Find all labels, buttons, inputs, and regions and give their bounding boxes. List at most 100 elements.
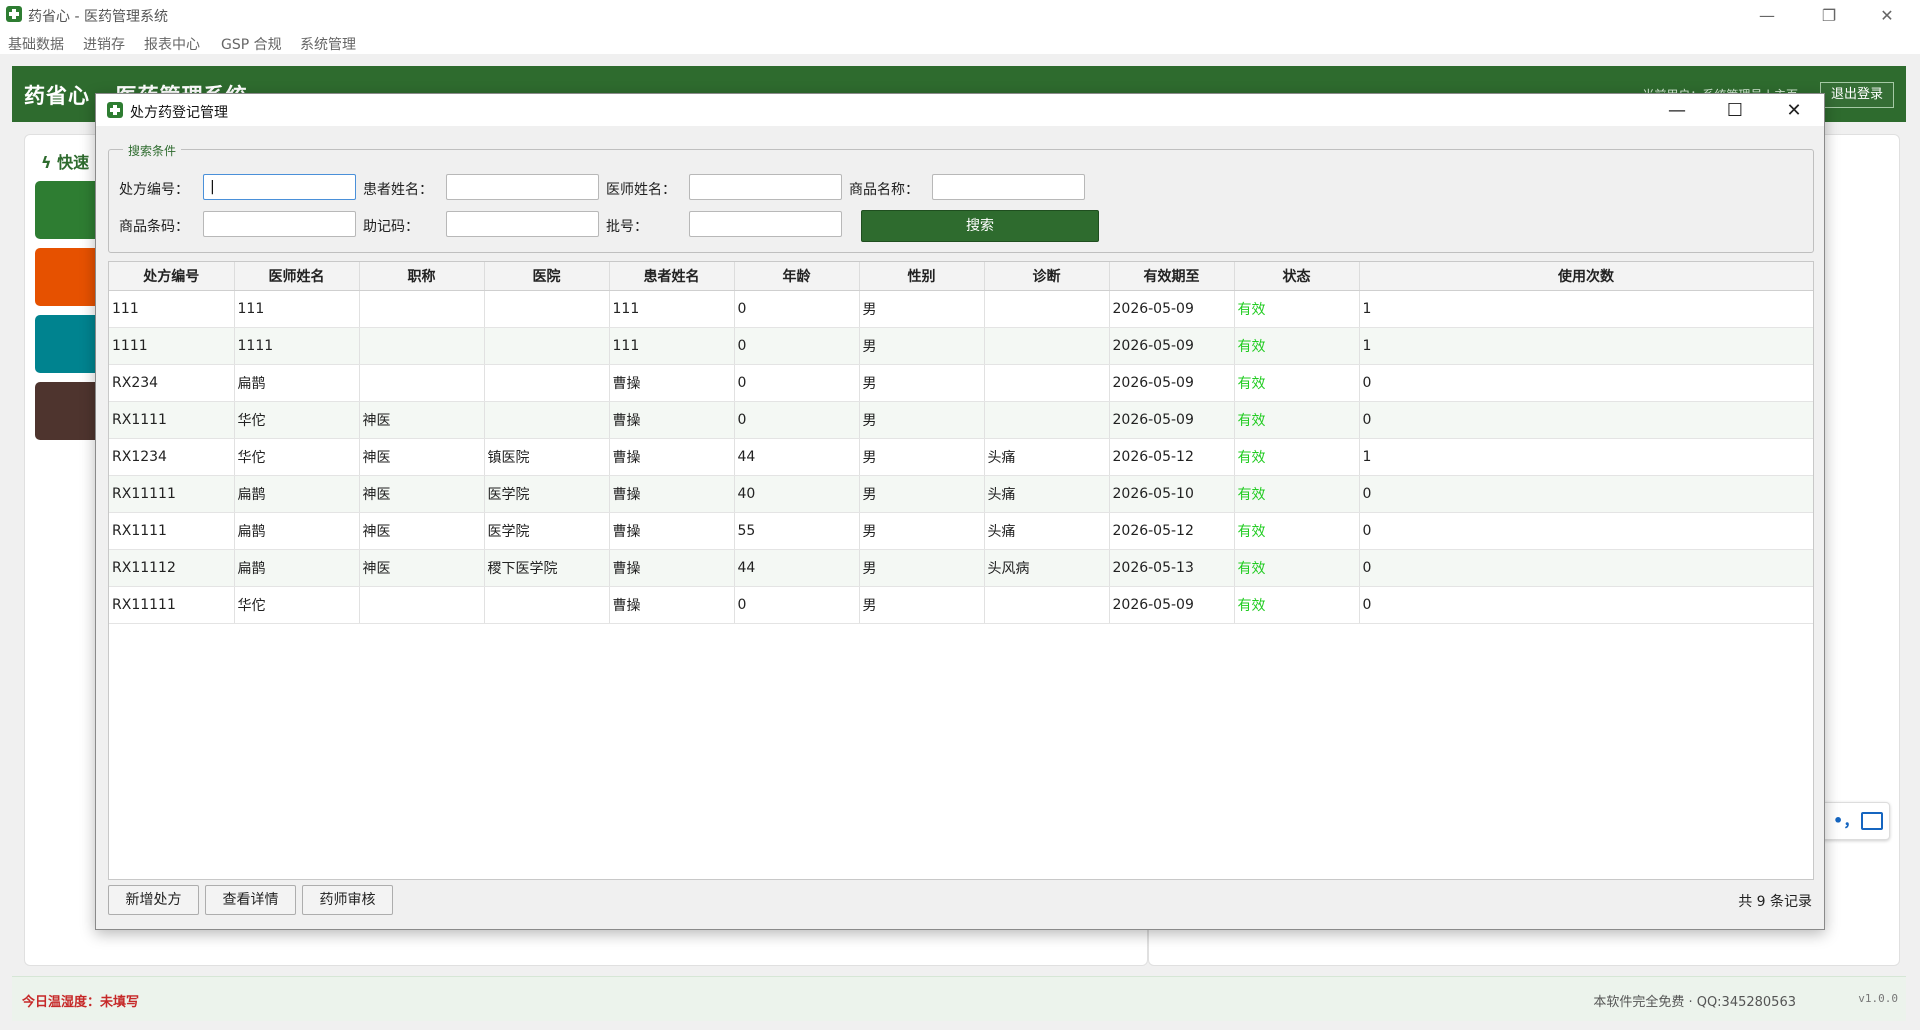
table-cell: 医学院 xyxy=(484,475,610,513)
table-cell: 神医 xyxy=(359,475,485,513)
column-header[interactable]: 使用次数 xyxy=(1359,262,1813,291)
patient-name-label: 患者姓名： xyxy=(363,182,433,198)
lightning-icon: ϟ xyxy=(41,153,58,172)
temperature-status: 今日温湿度：未填写 xyxy=(22,995,140,1010)
menu-item-gsp[interactable]: GSP 合规 xyxy=(221,34,282,54)
column-header[interactable]: 职称 xyxy=(359,262,485,291)
pharmacist-review-button[interactable]: 药师审核 xyxy=(302,885,393,915)
keyboard-icon[interactable] xyxy=(1861,812,1883,830)
column-header[interactable]: 性别 xyxy=(859,262,985,291)
window-maximize-button[interactable]: ❐ xyxy=(1806,0,1852,30)
barcode-input[interactable] xyxy=(203,211,356,237)
column-header[interactable]: 医师姓名 xyxy=(234,262,360,291)
table-cell: RX1111 xyxy=(109,512,235,550)
table-cell: 1 xyxy=(1359,290,1813,328)
dialog-title: 处方药登记管理 xyxy=(130,105,228,121)
table-row[interactable]: RX11112 扁鹊 神医 稷下医学院 曹操 44 男头风病 2026-05-13 有效 0 xyxy=(109,549,1813,587)
table-cell xyxy=(484,290,610,328)
mnemonic-input[interactable] xyxy=(446,211,599,237)
table-cell: 扁鹊 xyxy=(234,512,360,550)
table-cell: 曹操 xyxy=(609,364,735,402)
ime-punctuation[interactable]: •， xyxy=(1833,807,1859,831)
table-cell: 男 xyxy=(859,438,985,476)
table-cell: 0 xyxy=(1359,586,1813,624)
app-cross-icon xyxy=(6,6,22,22)
table-cell: 0 xyxy=(1359,401,1813,439)
menu-item-inventory[interactable]: 进销存 xyxy=(83,34,125,54)
table-cell: 有效 xyxy=(1234,438,1360,476)
table-cell: RX1111 xyxy=(109,401,235,439)
table-cell: 2026-05-10 xyxy=(1109,475,1235,513)
table-cell: 稷下医学院 xyxy=(484,549,610,587)
table-cell: 神医 xyxy=(359,549,485,587)
batch-input[interactable] xyxy=(689,211,842,237)
dialog-close-button[interactable]: ✕ xyxy=(1765,94,1823,126)
dialog-maximize-button[interactable]: ☐ xyxy=(1706,94,1764,126)
table-row[interactable]: RX1111 扁鹊 神医 医学院 曹操 55 男头痛 2026-05-12 有效 0 xyxy=(109,512,1813,550)
dialog-titlebar: 处方药登记管理 — ☐ ✕ xyxy=(96,94,1824,126)
table-cell: 111 xyxy=(109,290,235,328)
window-close-button[interactable]: ✕ xyxy=(1864,0,1910,30)
table-cell: 111 xyxy=(234,290,360,328)
table-row[interactable]: 111 111 111 0 男 2026-05-09 有效 1 xyxy=(109,290,1813,328)
window-titlebar: 药省心 - 医药管理系统 — ❐ ✕ xyxy=(0,0,1920,30)
table-row[interactable]: 1111 1111 111 0 男 2026-05-09 有效 1 xyxy=(109,327,1813,365)
product-name-label: 商品名称： xyxy=(849,182,919,198)
table-cell: 111 xyxy=(609,290,735,328)
table-cell: 头痛 xyxy=(984,475,1110,513)
column-header[interactable]: 医院 xyxy=(484,262,610,291)
table-cell: 0 xyxy=(734,290,860,328)
column-header[interactable]: 有效期至 xyxy=(1109,262,1235,291)
table-cell: 44 xyxy=(734,549,860,587)
table-cell: 有效 xyxy=(1234,401,1360,439)
column-header[interactable]: 状态 xyxy=(1234,262,1360,291)
dialog-minimize-button[interactable]: — xyxy=(1648,94,1706,126)
column-header[interactable]: 处方编号 xyxy=(109,262,235,291)
quick-panel-header: ϟ 快速 xyxy=(41,149,89,173)
table-cell: 2026-05-09 xyxy=(1109,290,1235,328)
table-cell: 男 xyxy=(859,401,985,439)
table-row[interactable]: RX1111 华佗 神医 曹操 0 男 2026-05-09 有效 0 xyxy=(109,401,1813,439)
table-row[interactable]: RX11111 华佗 曹操 0 男 2026-05-09 有效 0 xyxy=(109,586,1813,624)
column-header[interactable]: 诊断 xyxy=(984,262,1110,291)
table-row[interactable]: RX11111 扁鹊 神医 医学院 曹操 40 男头痛 2026-05-10 有效 0 xyxy=(109,475,1813,513)
table-row[interactable]: RX1234 华佗 神医 镇医院 曹操 44 男头痛 2026-05-12 有效 1 xyxy=(109,438,1813,476)
table-cell xyxy=(359,364,485,402)
patient-name-input[interactable] xyxy=(446,174,599,200)
table-cell: 0 xyxy=(1359,549,1813,587)
search-button[interactable]: 搜索 xyxy=(861,210,1099,242)
table-cell: 有效 xyxy=(1234,549,1360,587)
table-cell: 有效 xyxy=(1234,512,1360,550)
column-header[interactable]: 年龄 xyxy=(734,262,860,291)
table-cell: 男 xyxy=(859,586,985,624)
table-cell: 曹操 xyxy=(609,512,735,550)
table-cell: 0 xyxy=(1359,475,1813,513)
logout-button[interactable]: 退出登录 xyxy=(1820,82,1894,108)
search-group: 搜索条件 处方编号： 患者姓名： 医师姓名： 商品名称： 商品条码： 助记码： … xyxy=(108,142,1814,253)
table-row[interactable]: RX234 扁鹊 曹操 0 男 2026-05-09 有效 0 xyxy=(109,364,1813,402)
menu-item-system[interactable]: 系统管理 xyxy=(300,34,356,54)
rx-no-input[interactable] xyxy=(203,174,356,200)
add-prescription-button[interactable]: 新增处方 xyxy=(108,885,199,915)
table-cell: 有效 xyxy=(1234,327,1360,365)
table-cell: RX11111 xyxy=(109,586,235,624)
table-cell xyxy=(984,290,1110,328)
table-cell xyxy=(484,364,610,402)
column-header[interactable]: 患者姓名 xyxy=(609,262,735,291)
menu-item-reports[interactable]: 报表中心 xyxy=(144,34,200,54)
table-cell xyxy=(484,327,610,365)
table-cell: 111 xyxy=(609,327,735,365)
batch-label: 批号： xyxy=(606,219,648,235)
table-cell: 曹操 xyxy=(609,549,735,587)
table-cell: 神医 xyxy=(359,401,485,439)
table-cell xyxy=(359,586,485,624)
doctor-name-label: 医师姓名： xyxy=(606,182,676,198)
window-minimize-button[interactable]: — xyxy=(1744,0,1790,30)
doctor-name-input[interactable] xyxy=(689,174,842,200)
product-name-input[interactable] xyxy=(932,174,1085,200)
menu-bar: 基础数据 进销存 报表中心 GSP 合规 系统管理 xyxy=(0,30,1920,54)
table-cell xyxy=(359,327,485,365)
menu-item-basic-data[interactable]: 基础数据 xyxy=(8,34,64,54)
view-details-button[interactable]: 查看详情 xyxy=(205,885,296,915)
table-cell: 扁鹊 xyxy=(234,475,360,513)
